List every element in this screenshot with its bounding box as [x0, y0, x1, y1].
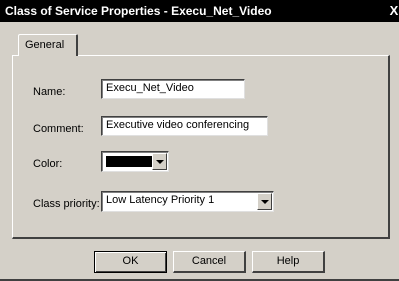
- cancel-button[interactable]: Cancel: [173, 251, 246, 273]
- tab-joint: [19, 55, 76, 57]
- window-title: Class of Service Properties - Execu_Net_…: [5, 4, 272, 18]
- help-button[interactable]: Help: [252, 251, 325, 273]
- title-bar[interactable]: Class of Service Properties - Execu_Net_…: [0, 0, 399, 22]
- general-tab-panel: [12, 55, 390, 239]
- close-icon[interactable]: X: [386, 3, 399, 19]
- tab-general-label: General: [25, 39, 65, 51]
- tab-general[interactable]: General: [18, 34, 78, 56]
- dialog-window: Class of Service Properties - Execu_Net_…: [0, 0, 399, 281]
- ok-button[interactable]: OK: [94, 251, 167, 273]
